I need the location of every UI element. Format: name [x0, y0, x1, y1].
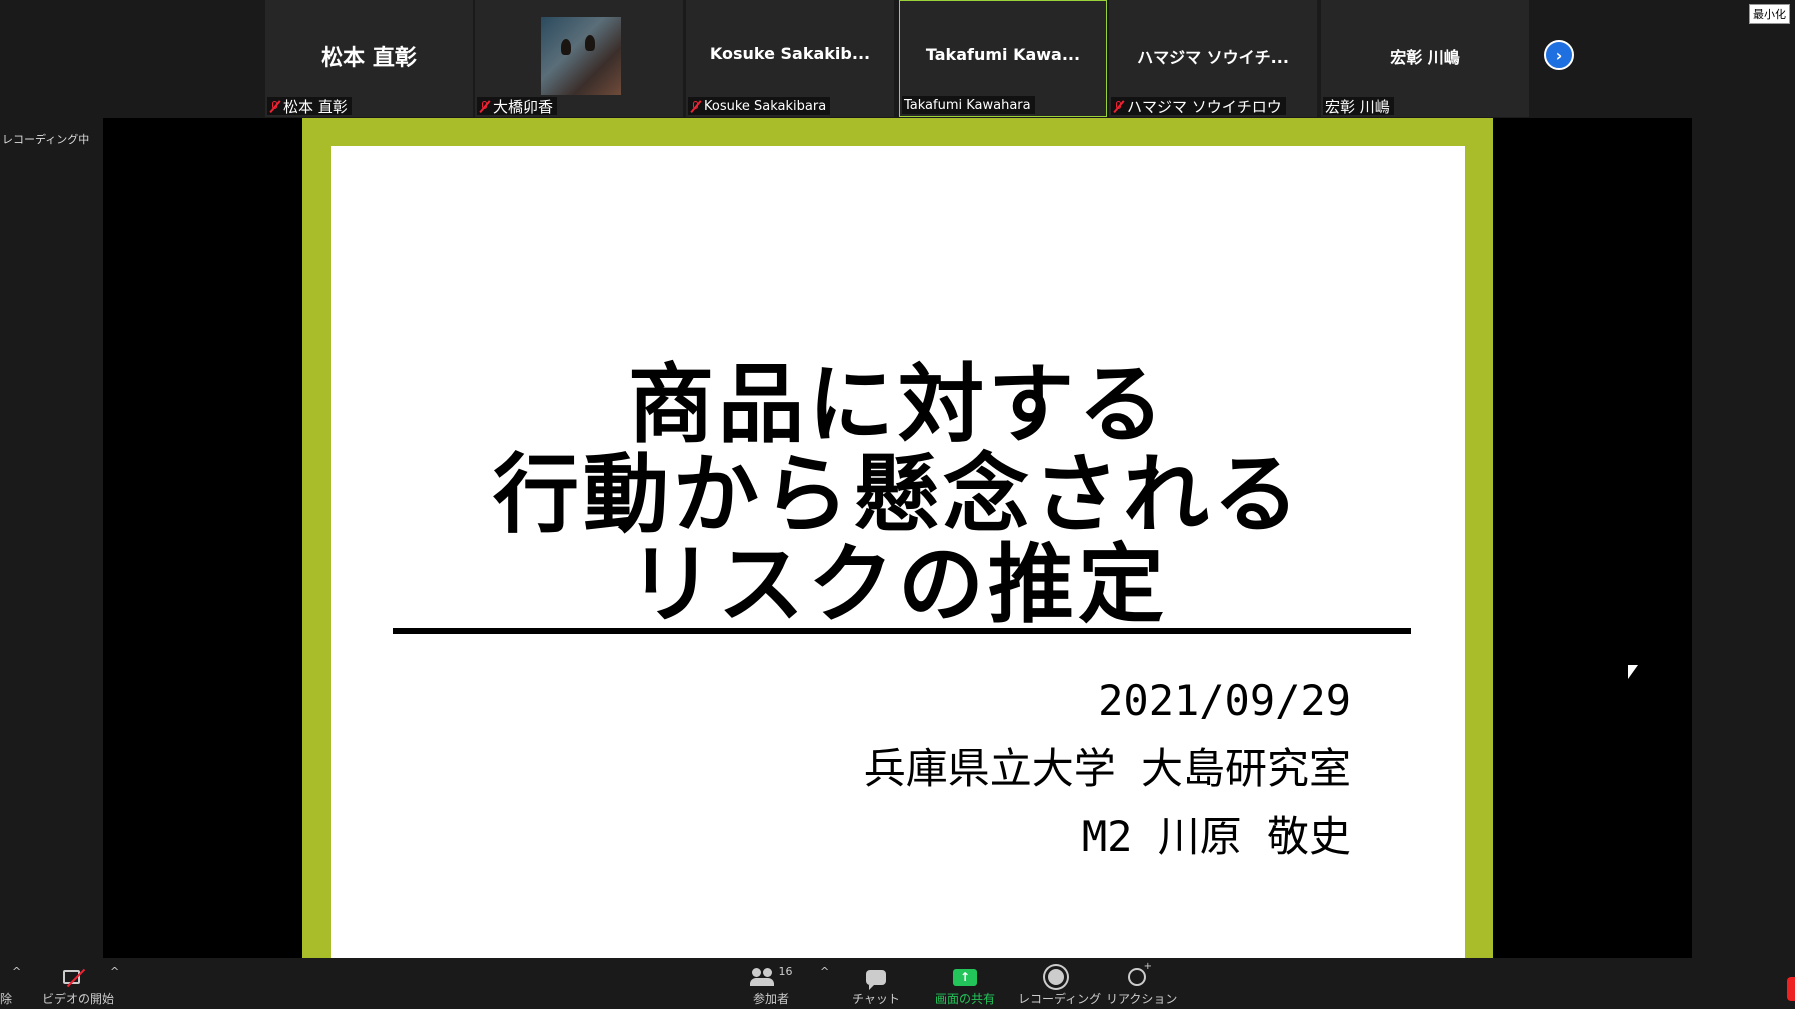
participant-nametag: 宏彰 川嶋 [1323, 97, 1394, 116]
shared-screen: 商品に対する 行動から懸念される リスクの推定 2021/09/29 兵庫県立大… [103, 118, 1692, 958]
participant-name: 大橋卯香 [493, 97, 554, 116]
share-screen-label: 画面の共有 [934, 992, 995, 1006]
slide-title-line: 商品に対する [628, 355, 1168, 455]
participant-nametag: 松本 直彰 [267, 97, 352, 116]
slide-frame: 商品に対する 行動から懸念される リスクの推定 2021/09/29 兵庫県立大… [302, 118, 1493, 958]
slide-title-line: リスクの推定 [628, 535, 1168, 635]
mic-muted-icon [1113, 100, 1124, 113]
chevron-up-icon[interactable]: ^ [12, 965, 21, 978]
participant-display-name: ハマジマ ソウイチ... [1137, 48, 1289, 67]
record-button[interactable]: レコーディング [1018, 964, 1101, 1007]
participant-tile[interactable]: Kosuke Sakakib... Kosuke Sakakibara [686, 0, 894, 117]
slide-title: 商品に対する 行動から懸念される リスクの推定 [331, 360, 1465, 630]
participant-nametag: ハマジマ ソウイチロウ [1111, 97, 1286, 116]
slide-meta: 2021/09/29 兵庫県立大学 大島研究室 M2 川原 敬史 [864, 667, 1351, 871]
chat-label: チャット [852, 992, 900, 1006]
mic-muted-icon [690, 100, 701, 113]
participant-name: 松本 直彰 [283, 97, 348, 116]
participant-nametag: Takafumi Kawahara [902, 96, 1035, 114]
participant-name: 宏彰 川嶋 [1325, 97, 1390, 116]
participant-strip: 松本 直彰 松本 直彰 大橋卯香 Kosuke Sakakib... Kosuk… [265, 0, 1529, 117]
audio-label: 除 [0, 992, 13, 1006]
chevron-up-icon[interactable]: ^ [820, 965, 829, 978]
participant-nametag: 大橋卯香 [477, 97, 558, 116]
reactions-label: リアクション [1106, 992, 1178, 1006]
participant-nametag: Kosuke Sakakibara [688, 97, 831, 115]
chat-icon [866, 969, 886, 990]
slide: 商品に対する 行動から懸念される リスクの推定 2021/09/29 兵庫県立大… [331, 146, 1465, 958]
start-video-label: ビデオの開始 [42, 992, 115, 1006]
share-screen-icon: ↑ [953, 968, 977, 986]
chat-button[interactable]: チャット [852, 964, 900, 1007]
slide-date: 2021/09/29 [1098, 676, 1351, 725]
end-meeting-button[interactable] [1787, 977, 1795, 1001]
participant-name: Kosuke Sakakibara [704, 98, 827, 114]
participant-name: Takafumi Kawahara [904, 97, 1031, 113]
participant-tile[interactable]: 大橋卯香 [475, 0, 683, 117]
participant-tile-active-speaker[interactable]: Takafumi Kawa... Takafumi Kawahara [899, 0, 1107, 117]
participant-display-name: Takafumi Kawa... [925, 45, 1081, 64]
mic-muted-icon [269, 100, 280, 113]
chevron-right-icon: › [1555, 45, 1563, 65]
slide-divider [393, 628, 1411, 634]
participant-tile[interactable]: 松本 直彰 松本 直彰 [265, 0, 473, 117]
participant-tile[interactable]: ハマジマ ソウイチ... ハマジマ ソウイチロウ [1109, 0, 1317, 117]
participant-photo [541, 17, 621, 95]
participants-label: 参加者 [752, 992, 789, 1006]
record-icon [1045, 966, 1067, 988]
reactions-button[interactable]: リアクション [1106, 961, 1177, 1007]
video-off-icon [63, 968, 89, 986]
participants-icon [749, 968, 776, 986]
mouse-cursor-icon [1628, 665, 1638, 679]
participants-button[interactable]: 16 参加者 [745, 964, 797, 1007]
slide-affiliation: 兵庫県立大学 大島研究室 [863, 744, 1351, 793]
participant-name: ハマジマ ソウイチロウ [1127, 97, 1282, 116]
share-screen-button[interactable]: ↑ 画面の共有 [930, 964, 1000, 1007]
participant-display-name: 松本 直彰 [321, 46, 417, 71]
start-video-button[interactable]: ビデオの開始 [42, 964, 114, 1007]
slide-title-line: 行動から懸念される [493, 445, 1303, 545]
meeting-toolbar: ^ 除 ビデオの開始 ^ 16 参加者 ^ チャット ↑ 画面の共有 レコーディ… [0, 959, 1795, 1009]
record-label: レコーディング [1018, 992, 1102, 1006]
participant-count: 16 [778, 964, 793, 978]
participant-display-name: Kosuke Sakakib... [709, 44, 871, 63]
slide-author: M2 川原 敬史 [1081, 812, 1351, 861]
next-participants-button[interactable]: › [1544, 40, 1574, 70]
recording-status: レコーディング中 [2, 133, 90, 146]
participant-display-name: 宏彰 川嶋 [1390, 48, 1460, 67]
minimize-button[interactable]: 最小化 [1749, 4, 1790, 24]
audio-button[interactable]: 除 [0, 964, 12, 1007]
participant-tile[interactable]: 宏彰 川嶋 宏彰 川嶋 [1321, 0, 1529, 117]
chevron-up-icon[interactable]: ^ [110, 965, 119, 978]
mic-muted-icon [479, 100, 490, 113]
smile-plus-icon [1128, 961, 1152, 986]
